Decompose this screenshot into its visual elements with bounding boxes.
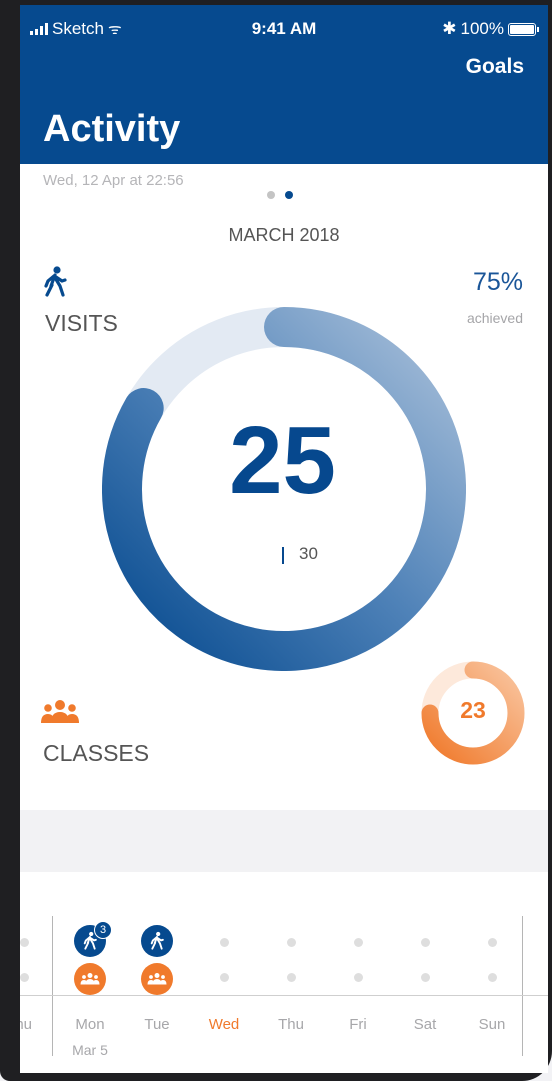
- bluetooth-icon: ✱: [442, 19, 457, 38]
- empty-visit-dot: [20, 938, 29, 947]
- week-end-line: [522, 916, 523, 1056]
- visit-marker-icon[interactable]: [141, 925, 173, 957]
- empty-class-dot: [421, 973, 430, 982]
- calendar-day-label: Wed: [208, 1016, 240, 1033]
- goal-divider: [282, 547, 284, 564]
- calendar-date-label: Mar 5: [72, 1042, 108, 1058]
- empty-visit-dot: [220, 938, 229, 947]
- page-dot[interactable]: [267, 191, 275, 199]
- goal-percent-caption: achieved: [466, 310, 523, 326]
- visit-count-badge: 3: [94, 921, 112, 939]
- status-bar: Sketch ᯤ 9:41 AM ✱ 100%: [20, 5, 548, 51]
- calendar-day[interactable]: Wed: [194, 872, 254, 1073]
- goals-button[interactable]: Goals: [466, 55, 524, 79]
- calendar-day[interactable]: Sat: [395, 872, 455, 1073]
- calendar-day[interactable]: Fri: [328, 872, 388, 1073]
- last-updated-timestamp: Wed, 12 Apr at 22:56: [43, 172, 184, 189]
- empty-class-dot: [220, 973, 229, 982]
- calendar-day-label: hu: [20, 1016, 32, 1033]
- calendar-day-label: Fri: [349, 1016, 367, 1033]
- calendar-day[interactable]: Sun: [462, 872, 522, 1073]
- calendar-day[interactable]: Tue: [127, 872, 187, 1073]
- empty-visit-dot: [287, 938, 296, 947]
- battery-percent: 100%: [460, 19, 504, 38]
- classes-count: 23: [460, 697, 486, 723]
- group-icon: [41, 700, 79, 723]
- week-calendar[interactable]: hu 3 Mon Mar 5 Tue Wed Thu Fri Sat Sun: [20, 872, 548, 1073]
- walking-person-icon: [44, 266, 67, 297]
- goal-percent: 75%: [472, 268, 523, 296]
- class-marker-icon[interactable]: [141, 963, 173, 995]
- calendar-day-label: Sun: [478, 1016, 506, 1033]
- calendar-day[interactable]: Thu: [261, 872, 321, 1073]
- header: Sketch ᯤ 9:41 AM ✱ 100% Goals Activity: [20, 5, 548, 164]
- battery-icon: [508, 22, 539, 36]
- empty-visit-dot: [421, 938, 430, 947]
- device-frame: Sketch ᯤ 9:41 AM ✱ 100% Goals Activity W…: [0, 0, 552, 1081]
- page-title: Activity: [43, 108, 181, 150]
- page-indicator[interactable]: [267, 191, 293, 199]
- calendar-day-label: Sat: [413, 1016, 437, 1033]
- calendar-day-label: Thu: [278, 1016, 304, 1033]
- empty-class-dot: [287, 973, 296, 982]
- empty-class-dot: [354, 973, 363, 982]
- calendar-day-label: Tue: [144, 1016, 170, 1033]
- empty-visit-dot: [354, 938, 363, 947]
- class-marker-icon[interactable]: [74, 963, 106, 995]
- empty-visit-dot: [488, 938, 497, 947]
- section-divider: [20, 810, 548, 872]
- month-label: MARCH 2018: [228, 225, 340, 245]
- classes-label: CLASSES: [43, 740, 150, 766]
- visits-count: 25: [229, 407, 336, 514]
- app-screen: Sketch ᯤ 9:41 AM ✱ 100% Goals Activity W…: [20, 5, 548, 1073]
- empty-class-dot: [488, 973, 497, 982]
- calendar-day-label: Mon: [75, 1016, 105, 1033]
- visits-goal: 30: [299, 544, 318, 563]
- page-dot[interactable]: [285, 191, 293, 199]
- status-right: ✱ 100%: [442, 19, 539, 39]
- calendar-day[interactable]: hu: [20, 872, 54, 1073]
- empty-class-dot: [20, 973, 29, 982]
- calendar-day[interactable]: 3 Mon Mar 5: [60, 872, 120, 1073]
